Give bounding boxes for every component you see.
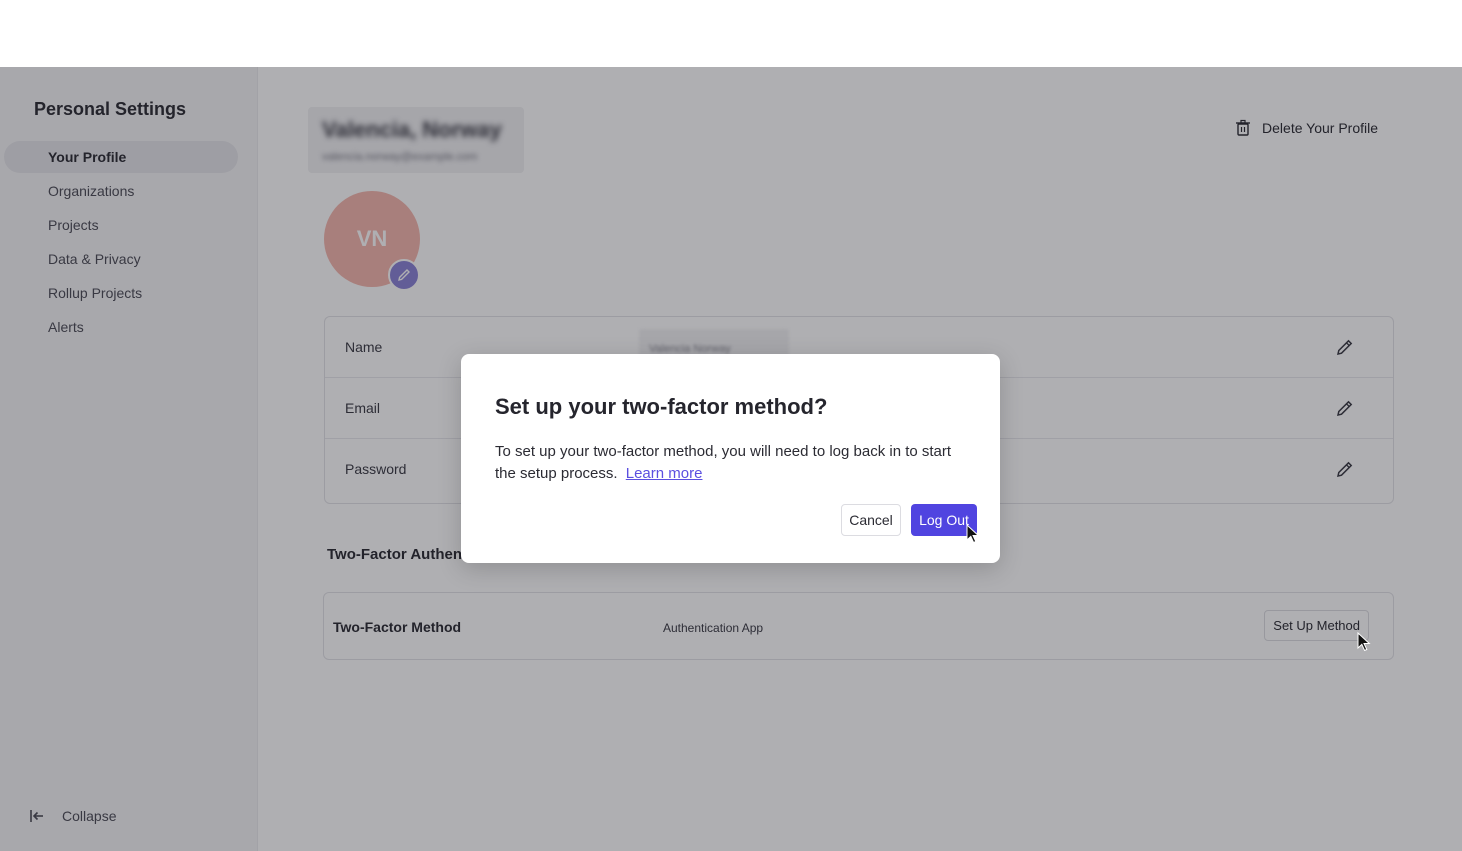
log-out-button[interactable]: Log Out [911,504,977,536]
dialog-message: To set up your two-factor method, you wi… [495,443,952,482]
dialog-body: To set up your two-factor method, you wi… [495,441,965,485]
learn-more-link[interactable]: Learn more [626,465,703,482]
cancel-button[interactable]: Cancel [841,504,901,536]
top-bar [0,0,1462,67]
dialog-title: Set up your two-factor method? [495,394,828,419]
two-factor-setup-dialog: Set up your two-factor method? To set up… [461,354,1000,563]
